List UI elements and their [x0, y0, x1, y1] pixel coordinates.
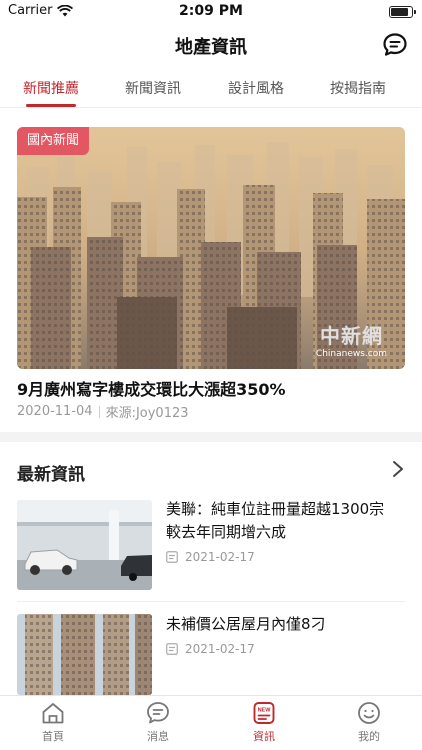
section-title: 最新資訊: [17, 465, 85, 485]
latest-news-header[interactable]: 最新資訊: [0, 442, 422, 496]
navigation-bar: 地產資訊: [0, 24, 422, 68]
battery-level-fill: [391, 8, 409, 16]
tab-label: 設計風格: [228, 81, 284, 97]
battery-icon: [389, 6, 416, 18]
profile-icon: [358, 702, 380, 724]
tabbar-label: 我的: [358, 730, 380, 743]
news-date: 2021-02-17: [185, 550, 255, 564]
article-source: 來源:Joy0123: [105, 406, 189, 421]
news-thumbnail: [17, 500, 152, 590]
item-divider: [17, 601, 405, 602]
tab-mortgage-guide[interactable]: 按揭指南: [313, 78, 403, 98]
news-date: 2021-02-17: [185, 642, 255, 656]
featured-article-title[interactable]: 9月廣州寫字樓成交環比大漲超350%: [17, 376, 286, 400]
tab-label: 新聞資訊: [125, 81, 181, 97]
high-rise-photo: [17, 614, 152, 695]
article-icon: [166, 551, 178, 563]
tab-design-style[interactable]: 設計風格: [211, 78, 301, 98]
news-title: 美聯：純車位註冊量超越1300宗 較去年同期增六成: [166, 500, 400, 541]
news-icon: NEW: [253, 702, 275, 724]
bottom-tab-bar: 首頁 消息 NEW 資訊 我的: [0, 695, 422, 750]
list-item[interactable]: 未補價公居屋月內僅8刁 2021-02-17: [0, 612, 422, 695]
category-tabs: 新聞推薦 新聞資訊 設計風格 按揭指南: [0, 68, 422, 108]
news-thumbnail: [17, 614, 152, 695]
active-tab-indicator: [26, 104, 76, 107]
chevron-right-icon[interactable]: [392, 460, 404, 478]
tabbar-label: 消息: [147, 730, 169, 743]
section-divider: [0, 432, 422, 442]
tabbar-home[interactable]: 首頁: [18, 700, 88, 744]
message-icon: [147, 702, 169, 724]
watermark-logo: 中新網 Chinanews.com: [315, 324, 387, 359]
featured-article-meta: 2020-11-04 來源:Joy0123: [17, 402, 189, 421]
parking-garage-photo: [17, 500, 152, 590]
tabbar-label: 首頁: [42, 730, 64, 743]
tabbar-label: 資訊: [253, 730, 275, 743]
article-date: 2020-11-04: [17, 404, 93, 419]
meta-divider: [98, 405, 100, 418]
svg-text:NEW: NEW: [258, 708, 272, 714]
tab-label: 按揭指南: [330, 81, 386, 97]
status-time: 2:09 PM: [179, 3, 243, 19]
chat-bubble-icon[interactable]: [382, 32, 408, 58]
status-bar: Carrier 2:09 PM: [0, 0, 422, 24]
page-title: 地產資訊: [175, 37, 247, 58]
tab-news-info[interactable]: 新聞資訊: [108, 78, 198, 98]
news-date-row: 2021-02-17: [166, 550, 255, 564]
article-icon: [166, 643, 178, 655]
news-date-row: 2021-02-17: [166, 642, 255, 656]
home-icon: [42, 703, 64, 724]
tab-news-recommended[interactable]: 新聞推薦: [6, 78, 96, 107]
tabbar-profile[interactable]: 我的: [334, 700, 404, 744]
tab-label: 新聞推薦: [23, 81, 79, 97]
tabbar-news[interactable]: NEW 資訊: [229, 700, 299, 744]
tabbar-messages[interactable]: 消息: [123, 700, 193, 744]
category-badge: 國內新聞: [17, 127, 90, 155]
list-item[interactable]: 美聯：純車位註冊量超越1300宗 較去年同期增六成 2021-02-17: [0, 498, 422, 602]
news-title: 未補價公居屋月內僅8刁: [166, 615, 326, 633]
featured-article-image[interactable]: 國內新聞 中新網 Chinanews.com: [17, 127, 405, 369]
